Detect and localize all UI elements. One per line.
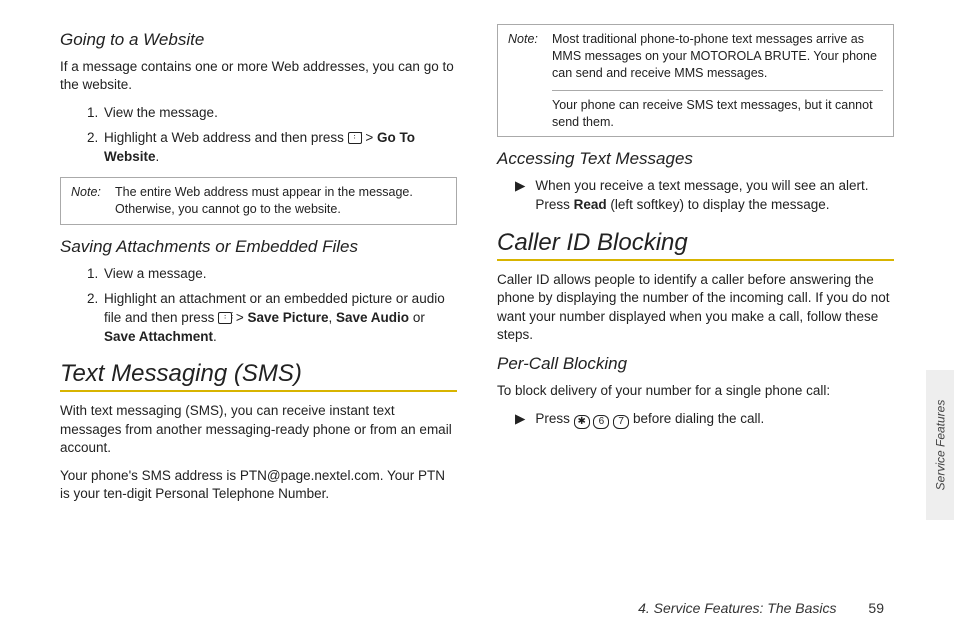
note-label: Note:: [508, 31, 552, 130]
menu-key-icon: [218, 312, 232, 324]
paragraph: Caller ID allows people to identify a ca…: [497, 271, 894, 344]
heading-caller-id: Caller ID Blocking: [497, 229, 894, 257]
note-text: Most traditional phone-to-phone text mes…: [552, 31, 883, 82]
section-rule: [60, 390, 457, 392]
heading-accessing-text: Accessing Text Messages: [497, 149, 894, 169]
left-column: Going to a Website If a message contains…: [60, 24, 457, 514]
page-number: 59: [868, 600, 884, 616]
footer-title: 4. Service Features: The Basics: [638, 600, 836, 616]
arrow-icon: ▶: [515, 177, 525, 215]
section-rule: [497, 259, 894, 261]
menu-key-icon: [348, 132, 362, 144]
note-label: Note:: [71, 184, 115, 218]
bullet-item: ▶ When you receive a text message, you w…: [497, 177, 894, 215]
paragraph: With text messaging (SMS), you can recei…: [60, 402, 457, 457]
heading-text-messaging: Text Messaging (SMS): [60, 360, 457, 388]
ordered-list: View the message. Highlight a Web addres…: [60, 104, 457, 167]
list-item: Highlight a Web address and then press >…: [102, 129, 457, 167]
seven-key-icon: 7: [613, 415, 629, 429]
six-key-icon: 6: [593, 415, 609, 429]
list-item: Highlight an attachment or an embedded p…: [102, 290, 457, 347]
page-footer: 4. Service Features: The Basics 59: [638, 600, 884, 616]
paragraph: Your phone's SMS address is PTN@page.nex…: [60, 467, 457, 503]
note-text: The entire Web address must appear in th…: [115, 184, 446, 218]
arrow-icon: ▶: [515, 410, 525, 429]
sidebar-label: Service Features: [933, 400, 947, 491]
note-box: Note: Most traditional phone-to-phone te…: [497, 24, 894, 137]
heading-going-to-website: Going to a Website: [60, 30, 457, 50]
list-item: View the message.: [102, 104, 457, 123]
note-separator: [552, 90, 883, 91]
paragraph: To block delivery of your number for a s…: [497, 382, 894, 400]
note-text: Your phone can receive SMS text messages…: [552, 97, 883, 131]
paragraph: If a message contains one or more Web ad…: [60, 58, 457, 94]
ordered-list: View a message. Highlight an attachment …: [60, 265, 457, 347]
sidebar-tab: Service Features: [926, 370, 954, 520]
right-column: Note: Most traditional phone-to-phone te…: [497, 24, 894, 514]
heading-saving-attachments: Saving Attachments or Embedded Files: [60, 237, 457, 257]
star-key-icon: ✱: [574, 415, 590, 429]
list-item: View a message.: [102, 265, 457, 284]
heading-per-call-blocking: Per-Call Blocking: [497, 354, 894, 374]
bullet-item: ▶ Press ✱ 6 7 before dialing the call.: [497, 410, 894, 429]
note-box: Note: The entire Web address must appear…: [60, 177, 457, 225]
